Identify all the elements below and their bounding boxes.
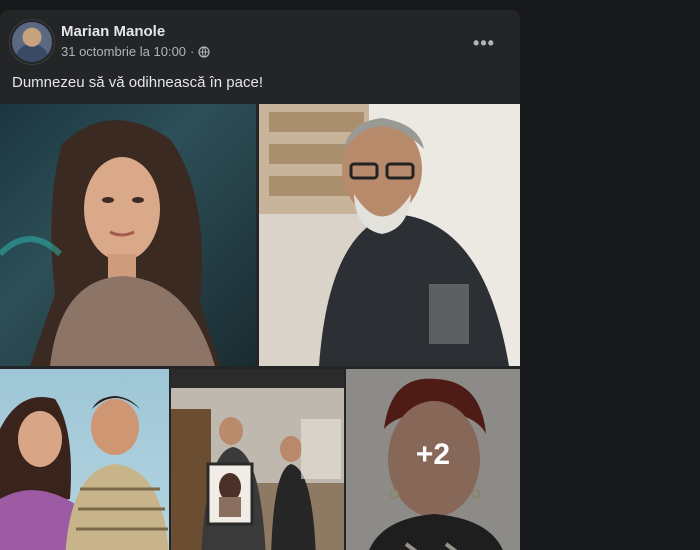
post-header: Marian Manole 31 octombrie la 10:00 · ••… xyxy=(0,10,520,66)
more-options-button[interactable]: ••• xyxy=(466,32,502,54)
author-avatar[interactable] xyxy=(12,22,52,62)
post-meta: 31 octombrie la 10:00 · xyxy=(61,44,210,59)
photo-1[interactable] xyxy=(0,104,256,366)
photo-2[interactable] xyxy=(259,104,520,366)
photo-4[interactable] xyxy=(171,369,344,550)
photo-5-more[interactable]: +2 xyxy=(346,369,520,550)
more-photos-count[interactable]: +2 xyxy=(346,369,520,550)
meta-separator: · xyxy=(190,44,195,59)
globe-icon[interactable] xyxy=(198,45,210,58)
post-card: Marian Manole 31 octombrie la 10:00 · ••… xyxy=(0,10,520,550)
photo-3[interactable] xyxy=(0,369,169,550)
author-name[interactable]: Marian Manole xyxy=(61,23,165,40)
post-text: Dumnezeu să vă odihnească în pace! xyxy=(12,74,263,91)
post-timestamp[interactable]: 31 octombrie la 10:00 xyxy=(61,44,186,59)
